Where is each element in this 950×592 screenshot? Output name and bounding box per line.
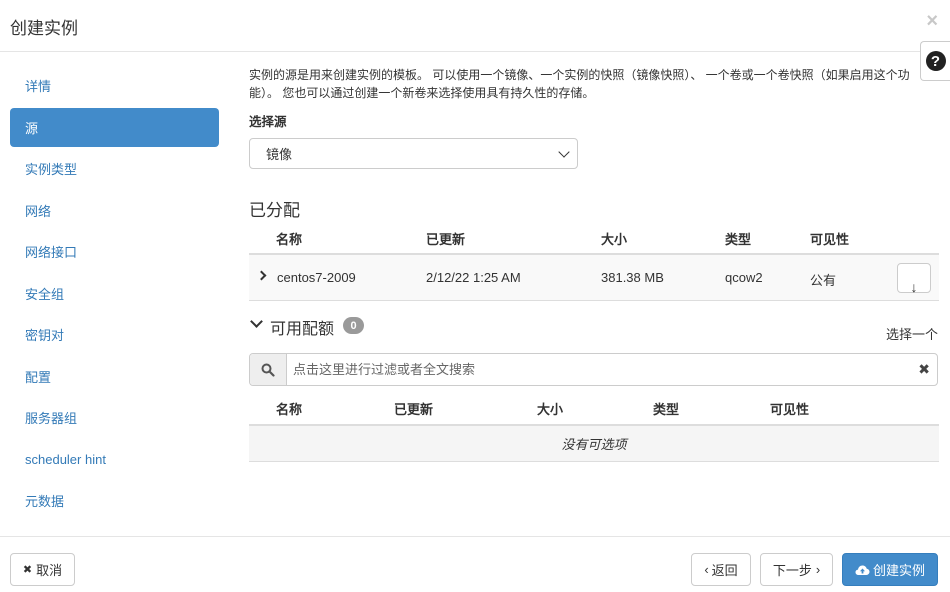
available-table: 名称 已更新 大小 类型 可见性 没有可选项 [249, 386, 939, 462]
column-visibility[interactable]: 可见性 [810, 229, 849, 248]
cell-size: 381.38 MB [601, 270, 664, 285]
search-addon [250, 354, 287, 385]
cell-visibility: 公有 [810, 273, 837, 288]
chevron-left-icon: ‹ [704, 562, 709, 577]
sidebar-item-server-groups[interactable]: 服务器组 [10, 398, 219, 437]
create-instance-button[interactable]: 创建实例 [842, 553, 938, 586]
close-icon: ✖ [22, 564, 33, 576]
arrow-down-icon: ↓ [910, 279, 918, 295]
empty-message: 没有可选项 [249, 426, 939, 462]
cancel-label: 取消 [36, 563, 63, 578]
back-button[interactable]: ‹ 返回 [691, 553, 751, 586]
create-label: 创建实例 [872, 563, 925, 578]
column-name[interactable]: 名称 [276, 399, 302, 418]
allocated-table-header: 名称 已更新 大小 类型 可见性 [249, 221, 939, 255]
sidebar-item-security-groups[interactable]: 安全组 [10, 274, 219, 313]
column-size[interactable]: 大小 [537, 399, 563, 418]
sidebar-item-networks[interactable]: 网络 [10, 191, 219, 230]
back-label: 返回 [711, 563, 738, 578]
allocated-table: 名称 已更新 大小 类型 可见性 centos7-2009 2/12/22 1:… [249, 221, 939, 301]
column-updated[interactable]: 已更新 [394, 399, 433, 418]
cancel-button[interactable]: ✖ 取消 [10, 553, 75, 586]
available-count-badge: 0 [343, 317, 364, 334]
sidebar-item-configuration[interactable]: 配置 [10, 357, 219, 396]
sidebar-item-key-pair[interactable]: 密钥对 [10, 315, 219, 354]
table-row: centos7-2009 2/12/22 1:25 AM 381.38 MB q… [249, 255, 939, 301]
column-type[interactable]: 类型 [725, 229, 751, 248]
cell-updated: 2/12/22 1:25 AM [426, 270, 521, 285]
available-header: 可用配额 0 选择一个 [249, 313, 939, 353]
sidebar-item-network-ports[interactable]: 网络接口 [10, 232, 219, 271]
search-icon [261, 363, 275, 377]
select-source-dropdown[interactable]: 镜像 [249, 138, 578, 169]
column-name[interactable]: 名称 [276, 229, 302, 248]
search-bar: ✖ [249, 353, 938, 386]
chevron-right-icon[interactable] [256, 270, 267, 281]
modal-header: 创建实例 × [0, 0, 950, 52]
column-size[interactable]: 大小 [601, 229, 627, 248]
cloud-upload-icon [855, 565, 870, 575]
chevron-right-icon: › [815, 562, 821, 577]
column-updated[interactable]: 已更新 [426, 229, 465, 248]
chevron-down-icon [558, 146, 570, 158]
sidebar-item-metadata[interactable]: 元数据 [10, 481, 219, 520]
sidebar-item-scheduler-hint[interactable]: scheduler hint [10, 440, 219, 479]
sidebar-item-flavor[interactable]: 实例类型 [10, 149, 219, 188]
modal-title: 创建实例 [10, 19, 78, 38]
allocated-title: 已分配 [249, 201, 300, 220]
source-description: 实例的源是用来创建实例的模板。 可以使用一个镜像、一个实例的快照（镜像快照）、 … [249, 68, 910, 100]
column-type[interactable]: 类型 [653, 399, 679, 418]
next-button[interactable]: 下一步 › [760, 553, 833, 586]
cell-name: centos7-2009 [277, 270, 356, 285]
select-source-label: 选择源 [249, 115, 287, 129]
available-title[interactable]: 可用配额 [270, 315, 334, 339]
modal-footer: ✖ 取消 ‹ 返回 下一步 › 创建实例 [0, 536, 950, 592]
column-visibility[interactable]: 可见性 [770, 399, 809, 418]
select-one-hint: 选择一个 [885, 327, 938, 342]
available-table-header: 名称 已更新 大小 类型 可见性 [249, 386, 939, 426]
search-input[interactable] [287, 354, 937, 385]
sidebar-item-details[interactable]: 详情 [10, 66, 219, 105]
close-icon[interactable]: × [926, 10, 938, 33]
source-panel: 实例的源是用来创建实例的模板。 可以使用一个镜像、一个实例的快照（镜像快照）、 … [249, 66, 939, 462]
select-source-value: 镜像 [266, 147, 293, 162]
sidebar-item-source[interactable]: 源 [10, 107, 219, 147]
chevron-down-icon[interactable] [250, 315, 263, 328]
sidebar: 详情 源 实例类型 网络 网络接口 安全组 密钥对 配置 服务器组 schedu… [10, 66, 219, 523]
deallocate-button[interactable]: ↓ [897, 263, 931, 295]
next-label: 下一步 [772, 563, 812, 578]
clear-icon[interactable]: ✖ [918, 361, 930, 378]
cell-type: qcow2 [725, 270, 763, 285]
